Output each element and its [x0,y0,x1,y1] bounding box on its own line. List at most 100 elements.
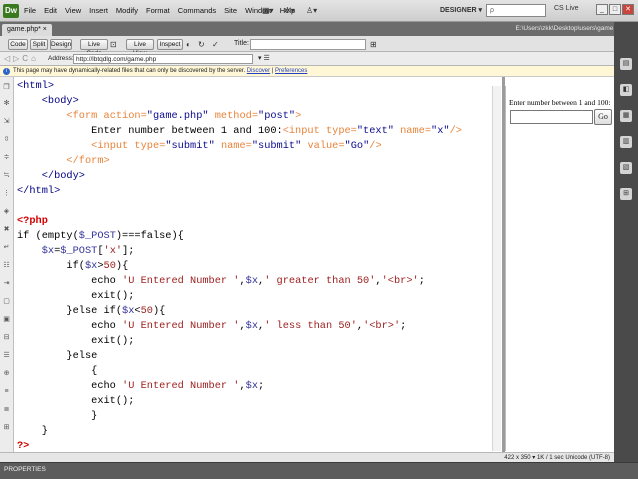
menu-modify[interactable]: Modify [116,6,138,15]
code-navigator-icon[interactable]: ⊡ [110,40,117,49]
code-line[interactable]: echo 'U Entered Number ',$x,' less than … [17,319,406,334]
gear-icon[interactable]: ✲▾ [284,6,295,15]
tab-game-php[interactable]: game.php* × [2,24,52,36]
indent-icon[interactable]: ≡ [2,387,11,396]
syntax-error-icon[interactable]: ✖ [2,225,11,234]
expand-all-icon[interactable]: ⇳ [2,135,11,144]
collapse-tag-icon[interactable]: ✻ [2,99,11,108]
remove-comment-icon[interactable]: ▣ [2,315,11,324]
info-bar: i This page may have dynamically-related… [0,66,638,77]
code-line[interactable]: if($x>50){ [17,259,128,274]
auto-indent-icon[interactable]: ⇥ [2,279,11,288]
code-line[interactable]: </html> [17,184,60,199]
code-line[interactable]: exit(); [17,334,134,349]
refresh-icon[interactable]: ↻ [198,40,205,49]
design-number-input[interactable] [510,110,593,124]
document-path: E:\Users\zkk\Desktop\users\game.php [515,25,626,32]
check-page-icon[interactable]: ✓ [212,40,219,49]
assets-panel-icon[interactable]: ▧ [620,162,632,174]
code-editor[interactable]: <html> <body> <form action="game.php" me… [15,79,493,452]
balance-braces-icon[interactable]: ≒ [2,171,11,180]
address-input[interactable]: http://lbtqdlg.com/game.php [73,54,253,64]
code-token: "post" [258,110,296,122]
design-view-button[interactable]: Design [50,39,72,50]
word-wrap-icon[interactable]: ↵ [2,243,11,252]
visual-aids-icon[interactable]: ⊞ [370,40,377,49]
code-token: if (empty( [17,230,79,242]
layout-icon[interactable]: ▦▾ [262,6,274,15]
code-line[interactable]: echo 'U Entered Number ',$x,' greater th… [17,274,425,289]
properties-label[interactable]: PROPERTIES [4,466,46,473]
code-token: ?> [17,440,30,452]
code-line[interactable]: Enter number between 1 and 100:<input ty… [17,124,462,139]
files-panel-icon[interactable]: ▥ [620,136,632,148]
menu-view[interactable]: View [65,6,81,15]
maximize-button[interactable]: □ [609,4,621,15]
select-parent-tag-icon[interactable]: ≑ [2,153,11,162]
title-input[interactable] [250,39,366,50]
css-panel-icon[interactable]: ◧ [620,84,632,96]
code-line[interactable]: exit(); [17,289,134,304]
apply-comment-icon[interactable]: ▢ [2,297,11,306]
code-line[interactable]: $x=$_POST['x']; [17,244,135,259]
collapse-selection-icon[interactable]: ⇲ [2,117,11,126]
ap-elements-icon[interactable]: ▦ [620,110,632,122]
code-token: Enter number between 1 and 100: [17,125,283,137]
code-line[interactable]: } [17,424,48,439]
menu-insert[interactable]: Insert [89,6,108,15]
line-numbers-icon[interactable]: ⋮ [2,189,11,198]
search-input[interactable]: ρ [486,4,546,17]
code-line[interactable]: }else [17,349,97,364]
code-line[interactable]: <html> [17,79,54,94]
code-token: echo [17,275,123,287]
code-line[interactable]: <body> [17,94,79,109]
inspect-button[interactable]: Inspect [157,39,183,50]
design-go-button[interactable]: Go [594,109,612,125]
nav-arrows-icon[interactable]: ◁▷C⌂ [4,54,39,63]
menu-edit[interactable]: Edit [44,6,57,15]
code-scrollbar[interactable] [492,86,501,451]
code-token: { [17,365,98,377]
menu-format[interactable]: Format [146,6,170,15]
code-line[interactable]: </form> [17,154,109,169]
move-css-icon[interactable]: ⊕ [2,369,11,378]
wrap-tag-icon[interactable]: ⊟ [2,333,11,342]
code-line[interactable]: if (empty($_POST)===false){ [17,229,184,244]
code-line[interactable]: echo 'U Entered Number ',$x; [17,379,264,394]
code-view-button[interactable]: Code [8,39,28,50]
format-source-icon[interactable]: ⊞ [2,423,11,432]
code-line[interactable]: { [17,364,97,379]
menu-site[interactable]: Site [224,6,237,15]
highlight-invalid-icon[interactable]: ◈ [2,207,11,216]
discover-link[interactable]: Discover [247,68,270,74]
code-line[interactable]: }else if($x<50){ [17,304,165,319]
menu-commands[interactable]: Commands [178,6,216,15]
code-line[interactable]: exit(); [17,394,134,409]
design-view-pane[interactable]: Enter number between 1 and 100: Go [505,86,613,451]
preview-icon[interactable]: ◐ [186,40,191,49]
code-line[interactable]: } [17,409,97,424]
browser-options-icon[interactable]: ▾ ☰ [258,54,270,62]
preferences-link[interactable]: Preferences [275,68,307,74]
workspace-switcher[interactable]: DESIGNER ▾ [440,6,482,14]
site-icon[interactable]: ♙▾ [306,6,317,15]
split-view-button[interactable]: Split [30,39,48,50]
cs-live-button[interactable]: CS Live [554,5,579,12]
info-text: This page may have dynamically-related f… [13,68,246,74]
outdent-icon[interactable]: ≣ [2,405,11,414]
code-token: "Go" [344,140,370,152]
recent-snippets-icon[interactable]: ☰ [2,351,11,360]
code-line[interactable]: <input type="submit" name="submit" value… [17,139,381,154]
minimize-button[interactable]: _ [596,4,608,15]
insert-panel-icon[interactable]: ▤ [620,58,632,70]
snippets-panel-icon[interactable]: ⊞ [620,188,632,200]
code-line[interactable]: <form action="game.php" method="post"> [17,109,301,124]
close-button[interactable]: ✕ [622,4,634,15]
live-view-button[interactable]: Live View [126,39,154,57]
code-line[interactable]: <?php [17,214,48,229]
syntax-coloring-icon[interactable]: ☷ [2,261,11,270]
menu-file[interactable]: File [24,6,36,15]
code-line[interactable]: </body> [17,169,85,184]
open-documents-icon[interactable]: ❐ [2,83,11,92]
live-code-button[interactable]: Live Code [80,39,108,57]
